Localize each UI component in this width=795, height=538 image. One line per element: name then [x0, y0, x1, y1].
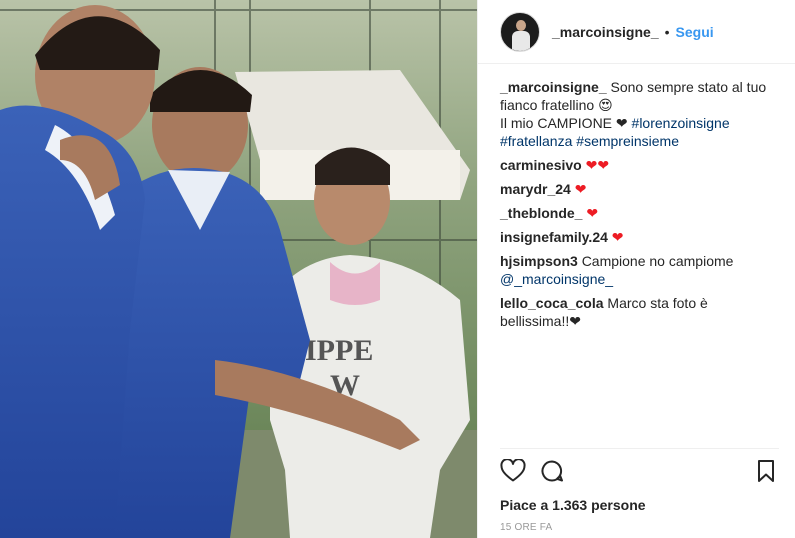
heart-outline-icon[interactable]: [500, 458, 526, 483]
header-separator: •: [664, 23, 670, 40]
comment-username[interactable]: carminesivo: [500, 157, 582, 173]
comment-bubble-icon[interactable]: [540, 459, 566, 483]
comment-emoji: ❤: [586, 205, 599, 221]
caption-line2: Il mio CAMPIONE: [500, 115, 613, 131]
post-timestamp[interactable]: 15 ORE FA: [500, 522, 779, 533]
post-username[interactable]: _marcoinsigne_: [552, 24, 659, 40]
post-header: _marcoinsigne_ • Segui: [478, 0, 795, 64]
bookmark-icon[interactable]: [753, 459, 779, 483]
caption: _marcoinsigne_ Sono sempre stato al tuo …: [500, 78, 779, 150]
hashtag-link[interactable]: #lorenzoinsigne: [632, 115, 730, 131]
avatar-head-shape: [516, 19, 526, 31]
action-icons: [500, 458, 779, 483]
comment-emoji: ❤: [611, 229, 624, 245]
comment-username[interactable]: marydr_24: [500, 181, 571, 197]
post-actions: Piace a 1.363 persone 15 ORE FA: [500, 448, 779, 533]
svg-text:IPPE: IPPE: [305, 334, 373, 367]
avatar[interactable]: [500, 11, 540, 52]
comment-item: lello_coca_cola Marco sta foto è belliss…: [500, 294, 779, 330]
comment-emoji: ❤❤: [585, 157, 610, 173]
instagram-post: IPPE W _marcoinsigne_ • Segui _marcoinsi…: [0, 0, 795, 538]
likes-count[interactable]: Piace a 1.363 persone: [500, 497, 779, 513]
comment-username[interactable]: lello_coca_cola: [500, 295, 604, 311]
photo-illustration: IPPE W: [0, 0, 477, 538]
hashtag-link[interactable]: #sempreinsieme: [576, 133, 679, 149]
caption-emoji: 😍: [598, 97, 613, 113]
comment-text: Campione no campiome: [581, 253, 734, 269]
follow-button[interactable]: Segui: [676, 24, 714, 40]
comment-item: marydr_24 ❤: [500, 180, 779, 198]
post-photo[interactable]: IPPE W: [0, 0, 477, 538]
comment-item: _theblonde_ ❤: [500, 204, 779, 222]
caption-username[interactable]: _marcoinsigne_: [500, 79, 607, 95]
caption-heart: ❤: [615, 115, 628, 131]
comment-item: insignefamily.24 ❤: [500, 228, 779, 246]
comment-username[interactable]: hjsimpson3: [500, 253, 578, 269]
post-side-panel: _marcoinsigne_ • Segui _marcoinsigne_ So…: [477, 0, 795, 538]
comments-list: _marcoinsigne_ Sono sempre stato al tuo …: [478, 64, 795, 446]
comment-username[interactable]: insignefamily.24: [500, 229, 608, 245]
comment-username[interactable]: _theblonde_: [500, 205, 582, 221]
comment-emoji: ❤: [574, 181, 587, 197]
comment-item: carminesivo ❤❤: [500, 156, 779, 174]
comment-mention[interactable]: @_marcoinsigne_: [500, 271, 613, 287]
hashtag-link[interactable]: #fratellanza: [500, 133, 572, 149]
avatar-body-shape: [512, 30, 530, 51]
comment-item: hjsimpson3 Campione no campiome @_marcoi…: [500, 252, 779, 288]
